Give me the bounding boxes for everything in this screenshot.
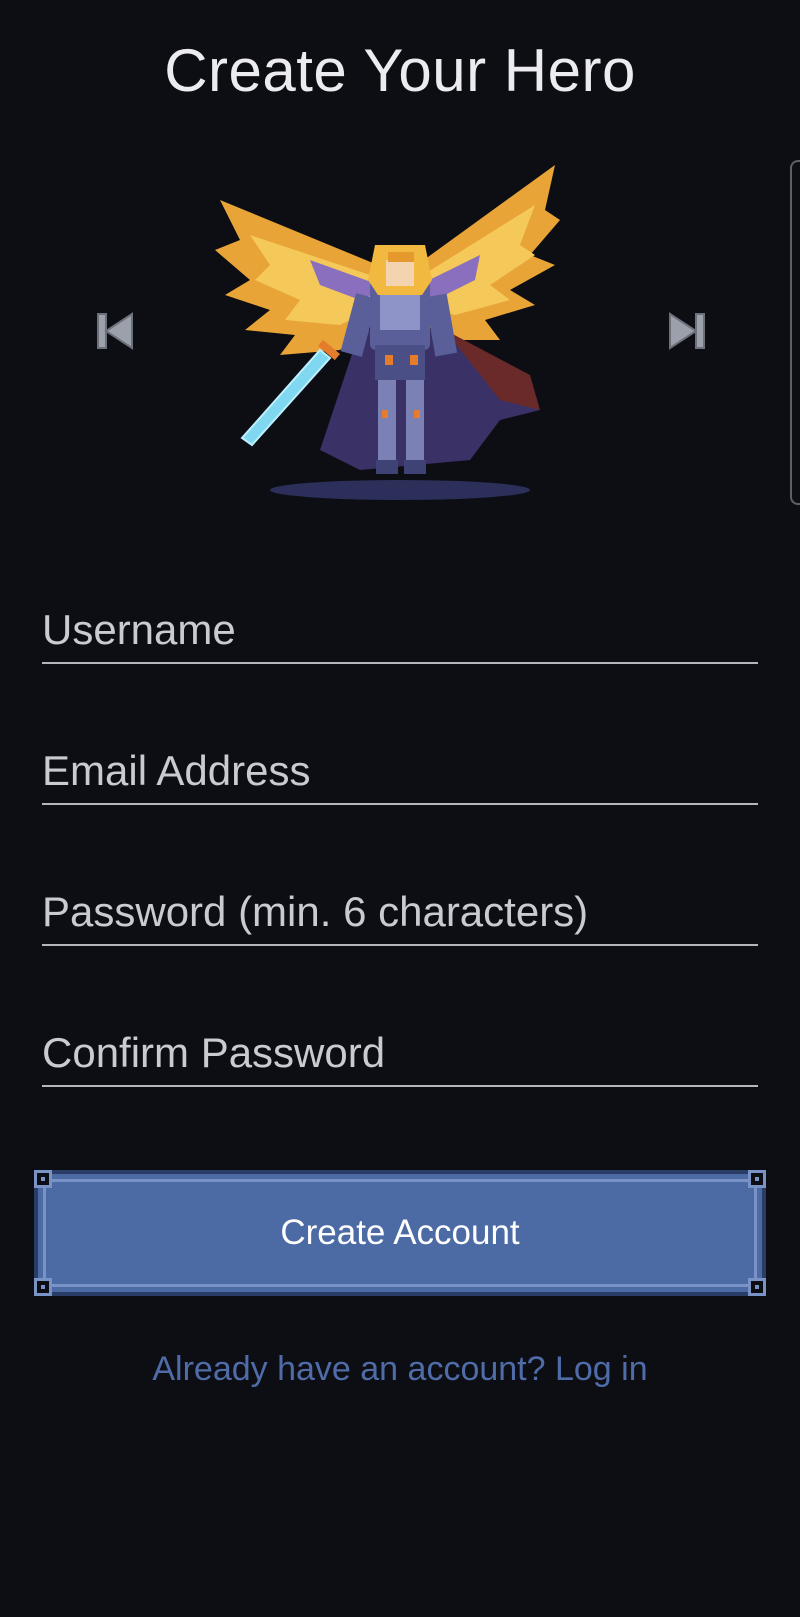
email-field-container (42, 731, 758, 805)
username-input[interactable] (42, 606, 758, 654)
confirm-password-field-container (42, 1013, 758, 1087)
previous-hero-button[interactable] (92, 308, 138, 354)
scroll-indicator[interactable] (790, 160, 800, 505)
create-account-button[interactable]: Create Account (34, 1170, 766, 1296)
button-corner-ornament (748, 1170, 766, 1188)
create-account-label: Create Account (280, 1213, 520, 1252)
skip-next-icon (669, 312, 705, 350)
hero-sprite (215, 165, 560, 500)
login-link[interactable]: Already have an account? Log in (0, 1350, 800, 1389)
sword (240, 339, 340, 447)
button-corner-ornament (748, 1278, 766, 1296)
button-corner-ornament (34, 1170, 52, 1188)
page-title: Create Your Hero (164, 37, 636, 104)
username-field-container (42, 590, 758, 664)
password-field-container (42, 872, 758, 946)
email-input[interactable] (42, 747, 758, 795)
button-corner-ornament (34, 1278, 52, 1296)
confirm-password-input[interactable] (42, 1029, 758, 1077)
next-hero-button[interactable] (664, 308, 710, 354)
skip-previous-icon (97, 312, 133, 350)
password-input[interactable] (42, 888, 758, 936)
